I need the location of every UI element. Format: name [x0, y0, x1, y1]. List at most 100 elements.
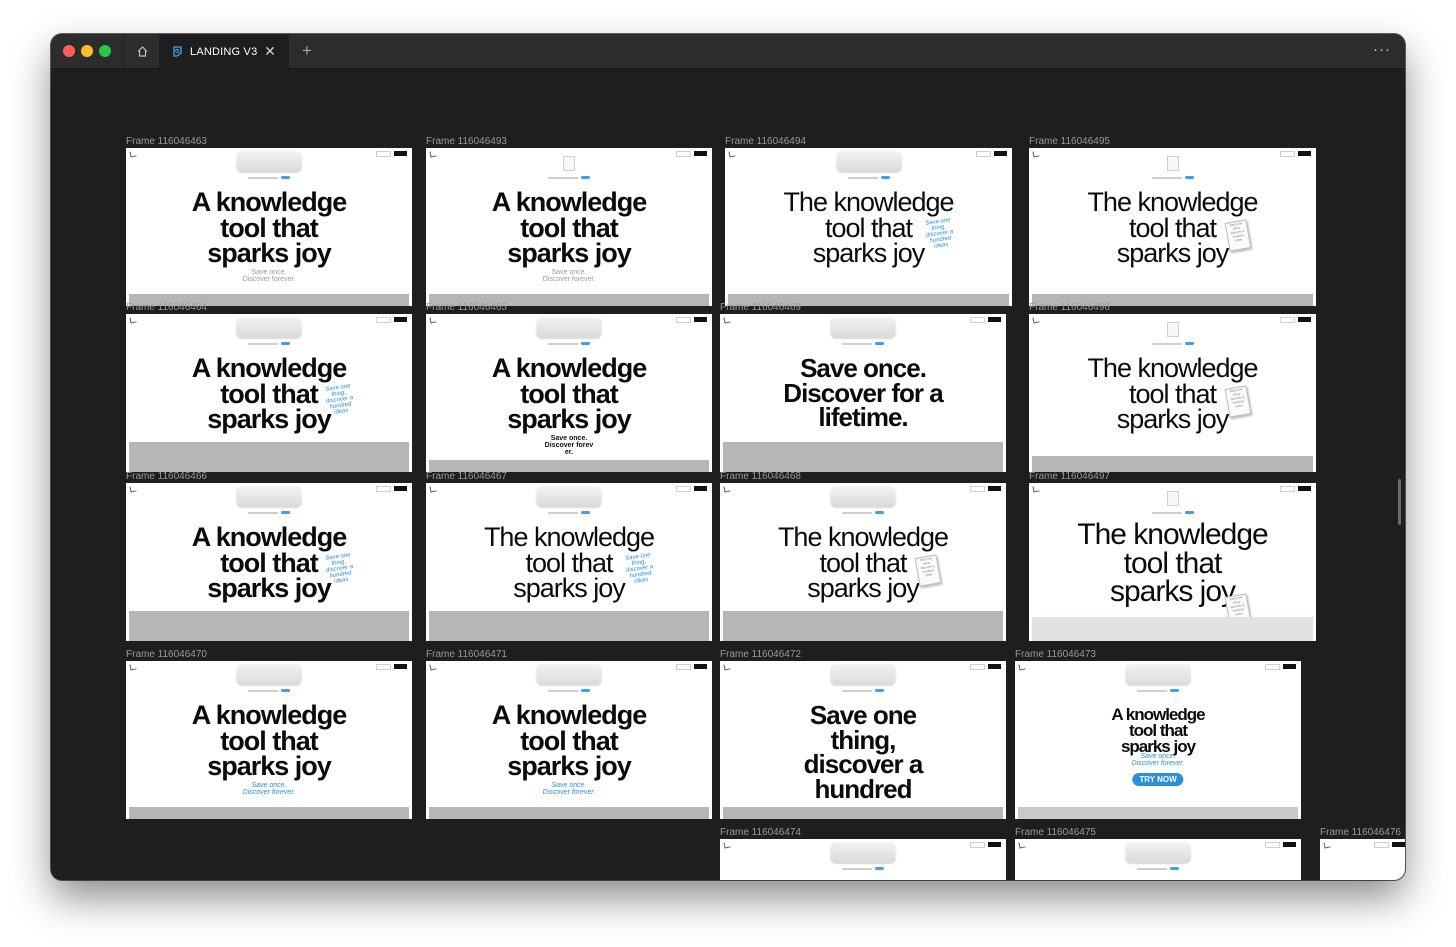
headline-line: The knowledge: [1087, 187, 1258, 217]
wordmark-logo-icon: [536, 317, 602, 339]
design-frame[interactable]: A knowledge tool that sparks joy Save once.…: [426, 148, 712, 306]
headline-line: sparks joy: [207, 573, 332, 604]
design-frame[interactable]: A knowledge tool that sparks joy Save once.…: [426, 661, 712, 819]
design-frame[interactable]: The knowledge tool that sparks joy Save one…: [426, 483, 712, 641]
tab-landing-v3[interactable]: LANDING V3 ✕: [159, 34, 289, 69]
frame-label[interactable]: Frame 116046472: [720, 649, 801, 661]
frame-headline: A knowledge tool that sparks joy: [426, 355, 712, 433]
design-frame[interactable]: A knowledge tool that sparks joy Save one th…: [126, 483, 412, 641]
frame-label[interactable]: Frame 116046464: [126, 302, 207, 314]
frame-headline: Save once. Discover for a lifetime.: [720, 355, 1006, 430]
frame-label[interactable]: Frame 116046471: [426, 649, 507, 661]
design-frame[interactable]: Save one thing, discover a hundred: [720, 661, 1006, 819]
subline-line: Save once.: [551, 781, 587, 789]
frame-headline: Save one thing, discover a hundred: [720, 700, 1006, 802]
frame-label[interactable]: Frame 116046494: [725, 136, 806, 148]
frame-tagline: [1137, 689, 1179, 692]
frame-headline: A knowledge tool that sparks joy: [126, 189, 412, 269]
design-frame[interactable]: A knowledge tool that sparks joy Save once.…: [126, 148, 412, 306]
frame-logo-icon: [429, 150, 437, 158]
design-frame[interactable]: [1320, 839, 1405, 880]
headline-line: The knowledge: [777, 522, 949, 552]
try-now-button[interactable]: TRY NOW: [1132, 773, 1184, 787]
frame-tagline: [1137, 867, 1179, 870]
frame-logo-icon: [129, 150, 137, 158]
frame-logo-icon: [129, 485, 137, 493]
frame-label[interactable]: Frame 116046474: [720, 827, 801, 839]
subline-line: Save once.: [550, 434, 588, 442]
frame-label[interactable]: Frame 116046470: [126, 649, 207, 661]
wordmark-logo-icon: [236, 151, 302, 173]
design-frame[interactable]: A knowledge tool that sparks joy Save one th…: [126, 314, 412, 472]
home-button[interactable]: [123, 34, 161, 68]
frame-logo-icon: [1032, 485, 1040, 493]
design-frame[interactable]: A knowledge tool that sparks joy Save once.…: [126, 661, 412, 819]
frame-label[interactable]: Frame 116046467: [426, 471, 507, 483]
subline-line: Save once.: [1140, 753, 1176, 761]
zoom-window-button[interactable]: [99, 45, 111, 57]
frame-tagline: [248, 511, 290, 514]
close-window-button[interactable]: [63, 45, 75, 57]
frame-subline: Save once.Discover forever.: [426, 782, 712, 796]
close-icon[interactable]: ✕: [263, 44, 277, 58]
frame-label[interactable]: Frame 116046496: [1029, 302, 1110, 314]
frame-tagline: [548, 176, 590, 179]
headline-line: The knowledge: [1087, 353, 1258, 383]
design-frame[interactable]: A knowledge tool that sparks joy Save once.…: [1015, 661, 1301, 819]
frame-subline: Save once.Discover forever.: [426, 435, 712, 456]
frame-label[interactable]: Frame 116046476: [1320, 827, 1401, 839]
handwritten-note: Save one thing, discover a hundred ideas: [324, 383, 355, 417]
frame-tagline: [248, 689, 290, 692]
frame-headline: The knowledge tool that sparks joy: [720, 522, 1006, 602]
frame-label[interactable]: Frame 116046473: [1015, 649, 1096, 661]
frame-nav-buttons: [976, 151, 1007, 157]
design-frame[interactable]: [1015, 839, 1301, 880]
design-frame[interactable]: The knowledge tool that sparks joy Save one…: [1029, 314, 1316, 472]
frame-label[interactable]: Frame 116046466: [126, 471, 207, 483]
frame-label[interactable]: Frame 116046465: [426, 302, 507, 314]
frame-tagline: [548, 511, 590, 514]
frame-nav-buttons: [376, 151, 407, 157]
screenshot-placeholder: [429, 807, 709, 819]
frame-label[interactable]: Frame 116046495: [1029, 136, 1110, 148]
headline-line: sparks joy: [1109, 575, 1236, 608]
frame-label[interactable]: Frame 116046475: [1015, 827, 1096, 839]
headline-line: sparks joy: [1116, 238, 1230, 269]
headline-line: The knowledge: [483, 522, 655, 552]
frame-label[interactable]: Frame 116046497: [1029, 471, 1110, 483]
vertical-scrollbar[interactable]: [1398, 479, 1401, 525]
frame-headline: The knowledge tool that sparks joy: [1029, 353, 1316, 433]
frame-headline: A knowledge tool that sparks joy: [426, 702, 712, 780]
frame-nav-buttons: [970, 842, 1001, 848]
design-frame[interactable]: The knowledge tool that sparks joy Save one…: [720, 483, 1006, 641]
headline-line: tool that: [1123, 546, 1223, 580]
frame-label[interactable]: Frame 116046463: [126, 136, 207, 148]
screenshot-placeholder: [723, 807, 1003, 819]
frame-label[interactable]: Frame 116046468: [720, 471, 801, 483]
minimize-window-button[interactable]: [81, 45, 93, 57]
plus-icon[interactable]: +: [297, 41, 317, 61]
design-canvas[interactable]: Frame 116046463 A knowledge tool that spar…: [51, 69, 1405, 880]
frame-label[interactable]: Frame 116046469: [720, 302, 801, 314]
design-frame[interactable]: A knowledge tool that sparks joy Save once.…: [426, 314, 712, 472]
frame-tagline: [1151, 511, 1194, 514]
screenshot-placeholder: [1018, 807, 1298, 819]
frame-label[interactable]: Frame 116046493: [426, 136, 507, 148]
design-frame[interactable]: The knowledge tool that sparks joy Save one…: [1029, 148, 1316, 306]
screenshot-placeholder: [723, 442, 1003, 472]
frame-tagline: [842, 689, 884, 692]
wordmark-logo-icon: [1125, 842, 1191, 864]
design-frame[interactable]: Save once. Discover for a lifetime.: [720, 314, 1006, 472]
document-icon: [1166, 156, 1179, 171]
design-frame[interactable]: The knowledge tool that sparks joy Save one…: [725, 148, 1012, 306]
wordmark-logo-icon: [830, 842, 896, 864]
design-frame[interactable]: The knowledge tool that sparks joy Save one…: [1029, 483, 1316, 641]
frame-headline: The knowledge tool that sparks joy: [1029, 187, 1316, 269]
headline-line: sparks joy: [207, 238, 332, 269]
headline-line: Save one: [809, 700, 917, 730]
headline-line: sparks joy: [513, 573, 626, 604]
design-frame[interactable]: [720, 839, 1006, 880]
more-icon[interactable]: ···: [1373, 42, 1391, 58]
headline-line: A knowledge: [191, 522, 348, 552]
frame-headline: The knowledge tool that sparks joy: [426, 522, 712, 604]
